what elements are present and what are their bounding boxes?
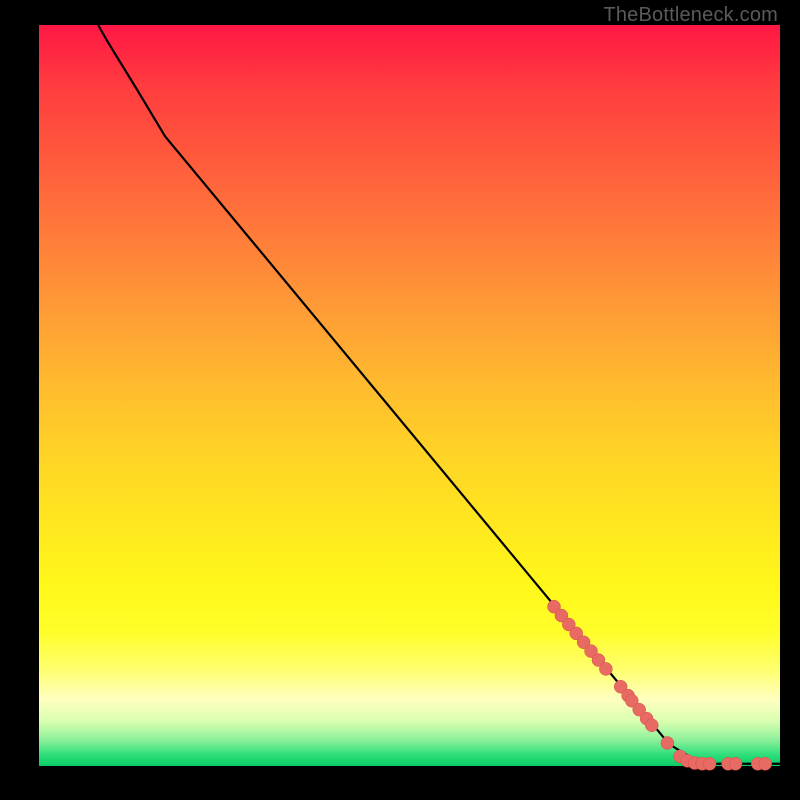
plot-area <box>39 25 780 766</box>
data-point <box>729 757 742 770</box>
bottleneck-curve <box>98 25 780 764</box>
data-point <box>759 757 772 770</box>
data-point <box>645 719 658 732</box>
data-point <box>599 662 612 675</box>
data-point <box>661 737 674 750</box>
watermark-text: TheBottleneck.com <box>603 4 778 27</box>
chart-frame: TheBottleneck.com <box>0 0 800 800</box>
data-point <box>703 757 716 770</box>
curve-layer <box>39 25 780 766</box>
curve-markers <box>548 600 772 770</box>
